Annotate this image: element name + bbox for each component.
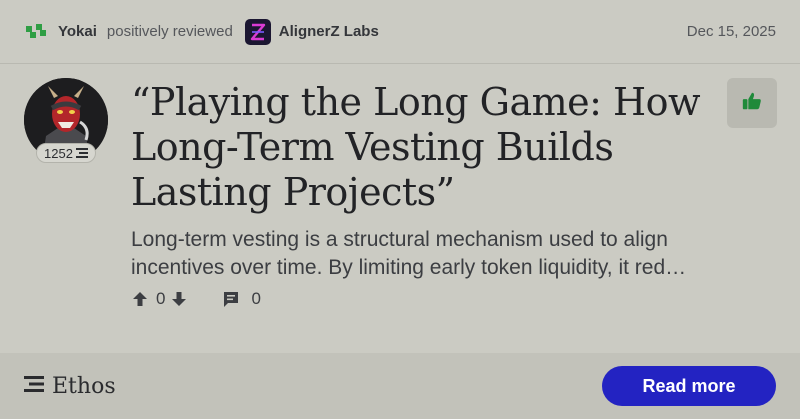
thumbs-up-icon (741, 90, 763, 117)
review-action: positively reviewed (106, 23, 233, 40)
comment-count: 0 (251, 289, 261, 308)
ethos-logo-icon (75, 146, 88, 161)
downvote-icon[interactable] (170, 290, 188, 308)
author-name[interactable]: Yokai (58, 23, 97, 40)
brand-name: Ethos (52, 373, 116, 399)
review-date: Dec 15, 2025 (686, 23, 776, 40)
upvote-icon[interactable] (131, 290, 149, 308)
review-title[interactable]: “Playing the Long Game: How Long-Term Ve… (131, 80, 711, 215)
review-header: Yokai positively reviewed AlignerZ Labs … (0, 0, 800, 64)
review-description: Long-term vesting is a structural mechan… (131, 228, 687, 279)
target-logo-icon[interactable] (244, 18, 271, 45)
card-footer: Ethos Read more (0, 353, 800, 419)
score-value: 1252 (44, 145, 73, 161)
brand[interactable]: Ethos (24, 374, 116, 399)
review-stats: 0 0 (131, 288, 266, 310)
target-name[interactable]: AlignerZ Labs (279, 23, 379, 40)
positive-review-badge[interactable] (727, 78, 777, 128)
score-badge[interactable]: 1252 (36, 143, 96, 163)
author-avatar-container[interactable]: 1252 (24, 78, 108, 164)
author-logo-icon[interactable] (24, 19, 50, 45)
comment-icon[interactable] (222, 290, 240, 308)
read-more-button[interactable]: Read more (602, 366, 776, 406)
vote-count: 0 (156, 289, 166, 308)
ethos-logo-icon (24, 374, 44, 399)
review-meta: Yokai positively reviewed AlignerZ Labs (24, 18, 379, 45)
